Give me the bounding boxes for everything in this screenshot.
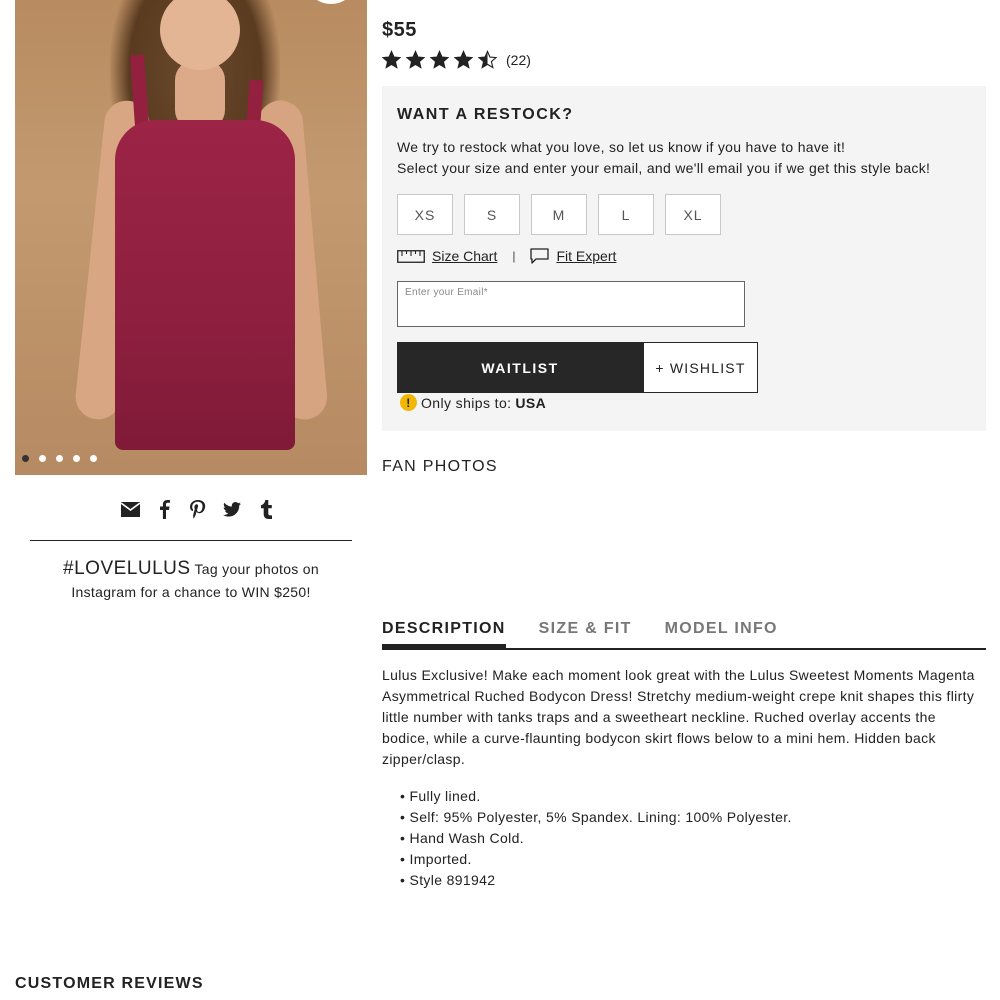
size-option-xl[interactable]: XL xyxy=(665,194,721,235)
zoom-button[interactable] xyxy=(313,0,349,4)
list-item: Hand Wash Cold. xyxy=(400,828,792,849)
restock-heading: WANT A RESTOCK? xyxy=(397,106,574,123)
email-icon[interactable] xyxy=(120,498,140,520)
list-item: Style 891942 xyxy=(400,870,792,891)
size-option-s[interactable]: S xyxy=(464,194,520,235)
star-full-icon xyxy=(454,50,473,69)
fit-expert-link[interactable]: Fit Expert xyxy=(556,248,616,264)
size-selector: XS S M L XL xyxy=(397,194,721,235)
product-description: Lulus Exclusive! Make each moment look g… xyxy=(382,667,975,767)
pinterest-icon[interactable] xyxy=(188,498,208,520)
warning-icon: ! xyxy=(400,394,417,411)
gallery-dot[interactable] xyxy=(56,455,63,462)
rating-stars xyxy=(382,50,497,69)
dress-shape xyxy=(115,120,295,450)
email-placeholder: Enter your Email* xyxy=(405,287,488,298)
star-half-icon xyxy=(478,50,497,69)
gallery-dot[interactable] xyxy=(22,455,29,462)
list-item: Imported. xyxy=(400,849,792,870)
fan-photos-heading: FAN PHOTOS xyxy=(382,458,498,475)
size-links: Size Chart | Fit Expert xyxy=(397,248,616,264)
shipping-notice: ! Only ships to: USA xyxy=(400,394,546,411)
email-field[interactable]: Enter your Email* xyxy=(397,281,745,327)
size-option-xs[interactable]: XS xyxy=(397,194,453,235)
review-count[interactable]: (22) xyxy=(506,52,531,68)
link-separator: | xyxy=(512,249,516,263)
product-image[interactable] xyxy=(15,0,367,475)
gallery-dots xyxy=(22,455,97,462)
twitter-icon[interactable] xyxy=(222,498,242,520)
list-item: Fully lined. xyxy=(400,786,792,807)
restock-line-2: Select your size and enter your email, a… xyxy=(397,160,931,176)
star-full-icon xyxy=(430,50,449,69)
size-option-m[interactable]: M xyxy=(531,194,587,235)
waitlist-button[interactable]: WAITLIST xyxy=(397,342,643,393)
product-details-list: Fully lined. Self: 95% Polyester, 5% Spa… xyxy=(400,786,792,891)
star-rating[interactable]: (22) xyxy=(382,50,531,69)
tab-size-fit[interactable]: SIZE & FIT xyxy=(539,620,632,646)
promo-hashtag[interactable]: #LOVELULUS xyxy=(63,558,191,579)
gallery-dot[interactable] xyxy=(39,455,46,462)
size-chart-link[interactable]: Size Chart xyxy=(432,248,497,264)
gallery-dot[interactable] xyxy=(73,455,80,462)
customer-reviews-heading: CUSTOMER REVIEWS xyxy=(15,975,204,992)
restock-line-1: We try to restock what you love, so let … xyxy=(397,139,846,155)
tumblr-icon[interactable] xyxy=(256,498,276,520)
wishlist-button[interactable]: + WISHLIST xyxy=(643,342,758,393)
ruler-icon xyxy=(397,249,425,263)
chat-bubble-icon xyxy=(530,248,550,264)
gallery-dot[interactable] xyxy=(90,455,97,462)
ships-country: USA xyxy=(515,394,547,411)
tab-model-info[interactable]: MODEL INFO xyxy=(665,620,778,646)
star-full-icon xyxy=(382,50,401,69)
restock-panel: WANT A RESTOCK? We try to restock what y… xyxy=(382,86,986,431)
product-price: $55 xyxy=(382,19,417,41)
tab-description[interactable]: DESCRIPTION xyxy=(382,620,506,649)
instagram-promo: #LOVELULUS Tag your photos on Instagram … xyxy=(30,557,352,604)
share-bar xyxy=(120,498,276,520)
star-full-icon xyxy=(406,50,425,69)
divider xyxy=(30,540,352,541)
list-item: Self: 95% Polyester, 5% Spandex. Lining:… xyxy=(400,807,792,828)
product-tabs: DESCRIPTION SIZE & FIT MODEL INFO xyxy=(382,620,986,650)
facebook-icon[interactable] xyxy=(154,498,174,520)
size-option-l[interactable]: L xyxy=(598,194,654,235)
restock-message: We try to restock what you love, so let … xyxy=(397,137,930,179)
ships-label: Only ships to: xyxy=(421,394,512,411)
